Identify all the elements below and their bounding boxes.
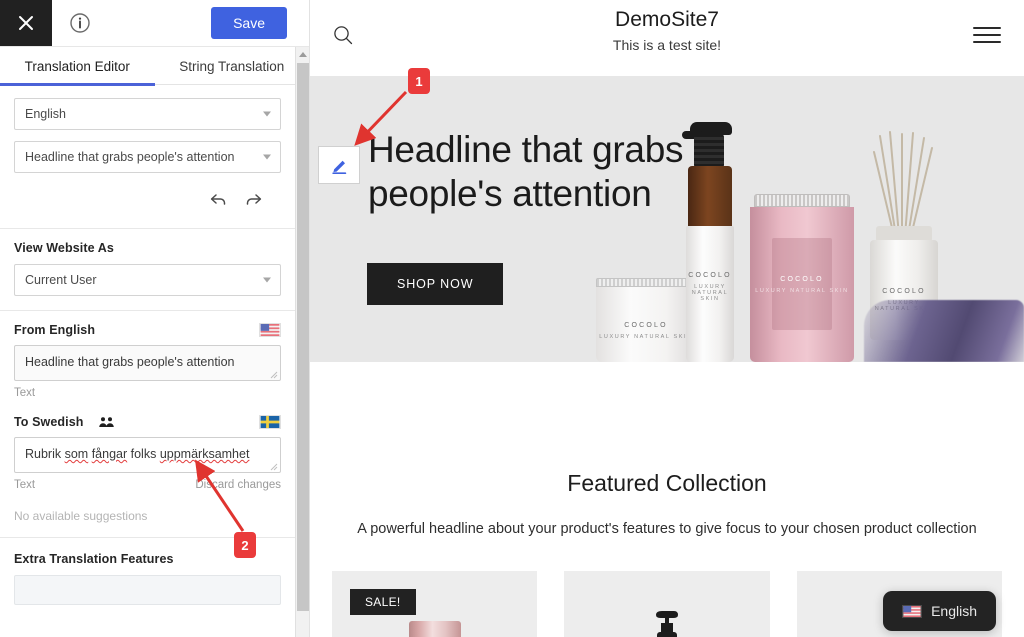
view-as-select-value: Current User (25, 273, 97, 287)
product-thumb-pink (408, 621, 461, 637)
people-icon[interactable] (98, 416, 115, 429)
target-text-area[interactable]: Rubrik som fångar folks uppmärksamhet (14, 437, 281, 473)
source-language-header: From English (14, 323, 281, 337)
view-website-as-label: View Website As (14, 241, 114, 255)
language-select-value: English (25, 107, 66, 121)
product-card[interactable]: SALE! (332, 571, 538, 637)
site-preview: DemoSite7 This is a test site! COCOLO LU… (310, 0, 1024, 637)
sweden-flag-icon (259, 415, 281, 429)
info-icon[interactable] (52, 0, 108, 46)
view-as-select[interactable]: Current User (14, 264, 281, 296)
language-select[interactable]: English (14, 98, 281, 130)
target-language-header: To Swedish (14, 415, 281, 429)
target-meta-row: Text Discard changes (14, 479, 281, 491)
target-language-label: To Swedish (14, 415, 84, 429)
source-text: Headline that grabs people's attention (25, 355, 235, 369)
language-switcher-label: English (931, 603, 977, 619)
sidebar-scrollbar[interactable] (295, 47, 309, 637)
tab-string-translation[interactable]: String Translation (155, 47, 310, 85)
view-website-as-section: View Website As Current User (0, 229, 295, 311)
us-flag-icon (902, 604, 923, 618)
source-type-label: Text (14, 387, 36, 399)
hero-headline: Headline that grabs people's attention (368, 129, 684, 214)
string-select-value: Headline that grabs people's attention (25, 150, 235, 164)
target-text: Rubrik som fångar folks uppmärksamhet (25, 447, 250, 461)
hamburger-menu-icon[interactable] (972, 24, 1002, 51)
editor-topbar: Save (0, 0, 309, 47)
featured-title: Featured Collection (567, 470, 767, 496)
discard-changes-button[interactable]: Discard changes (195, 479, 281, 491)
annotation-marker-1: 1 (408, 68, 430, 94)
site-title: DemoSite7 (615, 8, 719, 31)
resize-handle-icon[interactable] (268, 369, 278, 379)
source-text-area[interactable]: Headline that grabs people's attention (14, 345, 281, 381)
no-suggestions-label: No available suggestions (14, 509, 148, 523)
translation-pair-section: From English Headline that grabs people'… (0, 311, 295, 537)
scrollbar-thumb[interactable] (297, 63, 309, 611)
save-button[interactable]: Save (211, 6, 287, 40)
site-header: DemoSite7 This is a test site! (310, 0, 1024, 72)
chevron-down-icon (263, 154, 271, 160)
editor-tabs: Translation Editor String Translation (0, 47, 310, 86)
undo-icon[interactable] (209, 192, 227, 208)
target-type-label: Text (14, 479, 36, 491)
source-language-label: From English (14, 323, 96, 337)
save-button-wrap: Save (211, 0, 309, 46)
product-jar-pink: COCOLO LUXURY NATURAL SKIN (750, 194, 854, 362)
selectors-section: English Headline that grabs people's att… (0, 86, 295, 229)
chevron-down-icon (263, 277, 271, 283)
app-root: Save Translation Editor String Translati… (0, 0, 1024, 637)
product-card[interactable] (564, 571, 770, 637)
pencil-edit-icon[interactable] (318, 146, 360, 184)
search-icon[interactable] (332, 24, 354, 51)
featured-subtitle: A powerful headline about your product's… (357, 521, 977, 537)
extra-features-box[interactable] (14, 575, 281, 605)
product-thumb-pump (650, 609, 684, 637)
close-icon[interactable] (0, 0, 52, 46)
resize-handle-icon[interactable] (268, 461, 278, 471)
history-controls (14, 184, 281, 214)
lavender-bunch (864, 300, 1024, 362)
annotation-marker-2: 2 (234, 532, 256, 558)
chevron-down-icon (263, 111, 271, 117)
language-switcher-widget[interactable]: English (883, 591, 996, 631)
us-flag-icon (259, 323, 281, 337)
source-meta-row: Text (14, 387, 281, 399)
site-tagline: This is a test site! (612, 37, 722, 53)
scroll-up-arrow-icon[interactable] (296, 47, 309, 61)
string-select[interactable]: Headline that grabs people's attention (14, 141, 281, 173)
hero-product-image: COCOLO LUXURY NATURAL SKIN COCOLO LUXURY… (580, 76, 1024, 362)
redo-icon[interactable] (245, 192, 263, 208)
tab-translation-editor[interactable]: Translation Editor (0, 47, 155, 86)
site-branding: DemoSite7 This is a test site! (310, 8, 1024, 53)
shop-now-button[interactable]: SHOP NOW (367, 263, 504, 305)
translation-editor-sidebar: Save Translation Editor String Translati… (0, 0, 310, 637)
sale-badge: SALE! (350, 589, 416, 615)
hero-banner: COCOLO LUXURY NATURAL SKIN COCOLO LUXURY… (310, 76, 1024, 362)
